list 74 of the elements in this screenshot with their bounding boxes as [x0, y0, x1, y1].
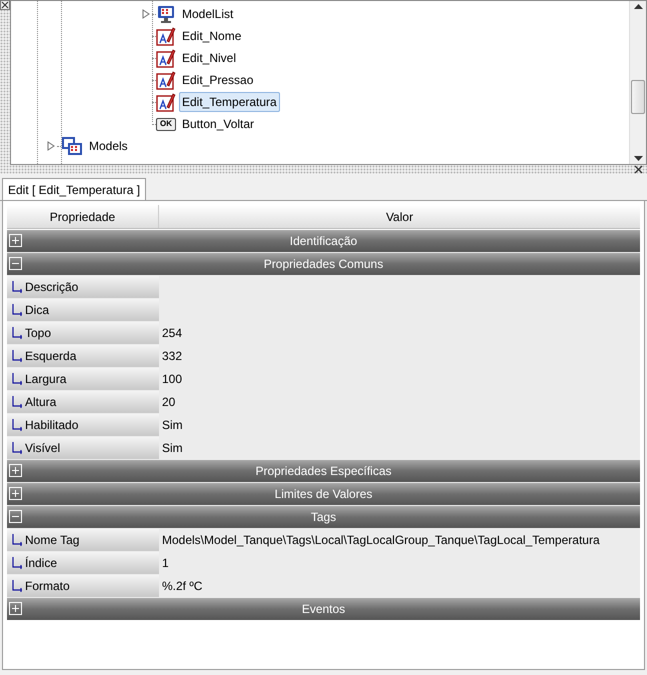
tree-item[interactable]: Edit_Nome [179, 26, 244, 46]
expand-arrow-icon[interactable] [142, 9, 150, 19]
tree-branch-icon [11, 442, 23, 454]
property-value[interactable]: Sim [159, 437, 183, 459]
property-value[interactable]: 254 [159, 322, 182, 344]
expand-box-icon[interactable] [9, 464, 22, 477]
property-name: Largura [25, 371, 66, 388]
category-row[interactable]: Eventos [7, 598, 640, 620]
property-name: Descrição [25, 279, 78, 296]
tree-item[interactable]: Edit_Nivel [179, 48, 240, 68]
category-row[interactable]: Propriedades Específicas [7, 460, 640, 482]
close-icon[interactable] [634, 165, 643, 174]
expand-box-icon[interactable] [9, 602, 22, 615]
category-title: Eventos [302, 601, 346, 618]
property-value[interactable]: Models\Model_Tanque\Tags\Local\TagLocalGroup_Tanque\TagLocal_Temperatura [159, 529, 600, 551]
text-edit-icon [156, 92, 176, 112]
category-row[interactable]: Tags [7, 506, 640, 528]
monitor-list-icon [156, 4, 176, 24]
category-title: Limites de Valores [274, 486, 372, 503]
property-name: Dica [25, 302, 50, 319]
property-name: Nome Tag [25, 532, 80, 549]
column-header[interactable]: Valor [159, 205, 640, 228]
property-name: Topo [25, 325, 52, 342]
category-row[interactable]: Propriedades Comuns [7, 253, 640, 275]
property-name: Índice [25, 555, 58, 572]
property-value[interactable]: 100 [159, 368, 182, 390]
category-row[interactable]: Limites de Valores [7, 483, 640, 505]
tree-item[interactable]: Edit_Temperatura [179, 92, 280, 112]
tree-branch-icon [11, 350, 23, 362]
category-title: Propriedades Comuns [264, 256, 384, 273]
property-name: Esquerda [25, 348, 76, 365]
property-value[interactable]: 332 [159, 345, 182, 367]
expand-box-icon[interactable] [9, 234, 22, 247]
category-title: Identificação [290, 233, 358, 250]
collapse-box-icon[interactable] [9, 510, 22, 523]
category-title: Propriedades Específicas [255, 463, 392, 480]
category-title: Tags [310, 509, 336, 526]
close-icon[interactable] [0, 0, 10, 10]
ok-button-icon: OK [156, 118, 176, 130]
scroll-thumb[interactable] [631, 80, 645, 114]
expand-box-icon[interactable] [9, 487, 22, 500]
tree-branch-icon [11, 580, 23, 592]
tree-branch-icon [11, 327, 23, 339]
text-edit-icon [156, 70, 176, 90]
tree-branch-icon [11, 557, 23, 569]
tree-branch-icon [11, 304, 23, 316]
editor-tab[interactable]: Edit [ Edit_Temperatura ] [2, 178, 146, 200]
tree-branch-icon [11, 419, 23, 431]
collapse-box-icon[interactable] [9, 257, 22, 270]
category-row[interactable]: Identificação [7, 230, 640, 252]
property-value[interactable]: Sim [159, 414, 183, 436]
property-value[interactable]: 20 [159, 391, 176, 413]
tree-item[interactable]: ModelList [179, 4, 236, 24]
text-edit-icon [156, 48, 176, 68]
text-edit-icon [156, 26, 176, 46]
scroll-down-icon[interactable] [634, 155, 642, 161]
tree-branch-icon [11, 534, 23, 546]
scroll-up-icon[interactable] [634, 4, 642, 10]
tree-item[interactable]: Button_Voltar [179, 114, 258, 134]
tree-branch-icon [11, 281, 23, 293]
models-icon [61, 136, 83, 156]
tree-branch-icon [11, 373, 23, 385]
tree-item[interactable]: Edit_Pressao [179, 70, 256, 90]
property-name: Visível [25, 440, 60, 457]
property-value[interactable]: %.2f ºC [159, 575, 202, 597]
tree-item[interactable]: Models [86, 136, 131, 156]
expand-arrow-icon[interactable] [47, 141, 55, 151]
scrollbar[interactable] [629, 1, 646, 164]
property-name: Altura [25, 394, 56, 411]
property-value[interactable]: 1 [159, 552, 169, 574]
column-header[interactable]: Propriedade [7, 205, 159, 228]
tree-branch-icon [11, 396, 23, 408]
property-name: Formato [25, 578, 70, 595]
property-name: Habilitado [25, 417, 78, 434]
